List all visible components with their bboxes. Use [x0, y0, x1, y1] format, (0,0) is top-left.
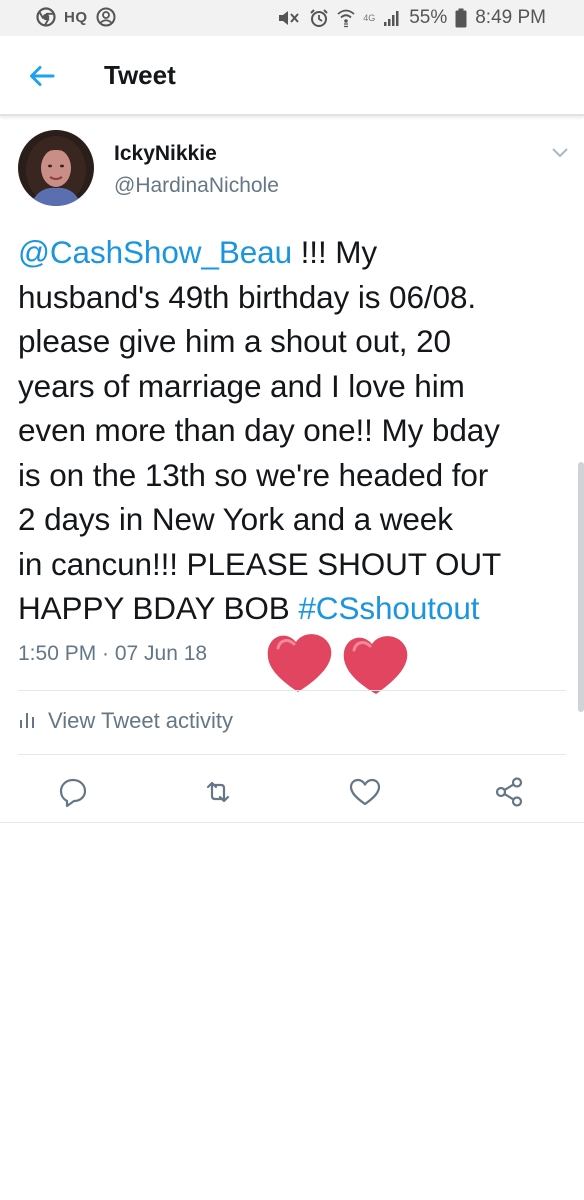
signal-icon [383, 9, 401, 27]
heart-stickers [264, 628, 414, 698]
avatar[interactable] [18, 130, 94, 206]
retweet-button[interactable] [200, 774, 236, 810]
page-title: Tweet [104, 60, 176, 90]
heart-icon [347, 774, 383, 810]
tweet-text-line: husband's 49th birthday is 06/08. [18, 275, 566, 320]
reply-icon [55, 774, 91, 810]
tweet-actions-bar [0, 768, 584, 818]
tweet-text: @CashShow_Beau !!! My husband's 49th birt… [18, 230, 566, 631]
chevron-down-icon [550, 147, 570, 164]
tweet-text-line: in cancun!!! PLEASE SHOUT OUT [18, 542, 566, 587]
tweet-options-button[interactable] [550, 146, 570, 160]
tweet-timestamp: 1:50 PM · 07 Jun 18 [18, 642, 208, 665]
divider [18, 754, 566, 755]
divider [0, 822, 584, 823]
reply-button[interactable] [55, 774, 91, 810]
tweet-text-line: please give him a shout out, 20 [18, 319, 566, 364]
clock-time: 8:49 PM [475, 7, 546, 28]
battery-icon [455, 8, 467, 28]
share-button[interactable] [492, 774, 528, 810]
tweet-text-segment: HAPPY BDAY BOB [18, 590, 299, 626]
tweet-text-segment: husband's 49th birthday is 06/08. [18, 278, 477, 315]
scrollbar[interactable] [578, 462, 584, 712]
tweet-text-line: years of marriage and I love him [18, 364, 566, 409]
tweet-text-segment: please give him a shout out, 20 [18, 323, 451, 359]
chrome-icon [36, 7, 56, 27]
wifi-icon [337, 8, 355, 28]
battery-percent: 55% [409, 7, 448, 28]
tweet-text-segment: 2 days in New York and a week [18, 501, 453, 537]
view-tweet-activity-link[interactable]: View Tweet activity [18, 708, 233, 734]
status-bar: HQ 4G 55% 8:49 PM [0, 0, 584, 36]
heart-sticker-icon [343, 636, 408, 694]
display-name[interactable]: IckyNikkie [114, 142, 217, 166]
divider [18, 690, 566, 691]
tweet-text-line: even more than day one!! My bday [18, 408, 566, 453]
account-icon [96, 7, 116, 27]
hq-badge: HQ [64, 8, 88, 26]
mention-link[interactable]: @CashShow_Beau [18, 234, 292, 270]
tweet-text-segment: even more than day one!! My bday [18, 412, 500, 448]
bar-chart-icon [18, 709, 36, 734]
tweet-text-line: 2 days in New York and a week [18, 497, 566, 542]
retweet-icon [200, 774, 236, 810]
network-type: 4G [363, 13, 376, 23]
back-button[interactable] [24, 58, 60, 94]
tweet-text-line: is on the 13th so we're headed for [18, 453, 566, 498]
arrow-left-icon [24, 66, 60, 98]
heart-sticker-icon [267, 634, 332, 692]
tweet-text-line: @CashShow_Beau !!! My [18, 230, 566, 275]
alarm-icon [309, 8, 329, 28]
hashtag-link[interactable]: #CSshoutout [298, 590, 479, 626]
mute-icon [277, 8, 301, 28]
tweet-text-segment: years of marriage and I love him [18, 367, 465, 404]
like-button[interactable] [347, 774, 383, 810]
app-header: Tweet [0, 36, 584, 116]
share-icon [492, 774, 528, 810]
user-handle[interactable]: @HardinaNichole [114, 174, 279, 198]
tweet-text-segment: is on the 13th so we're headed for [18, 456, 489, 493]
activity-label: View Tweet activity [48, 708, 234, 733]
tweet-text-line: HAPPY BDAY BOB #CSshoutout [18, 586, 566, 631]
tweet-text-segment: in cancun!!! PLEASE SHOUT OUT [18, 545, 502, 582]
tweet-text-segment: !!! My [292, 234, 378, 270]
